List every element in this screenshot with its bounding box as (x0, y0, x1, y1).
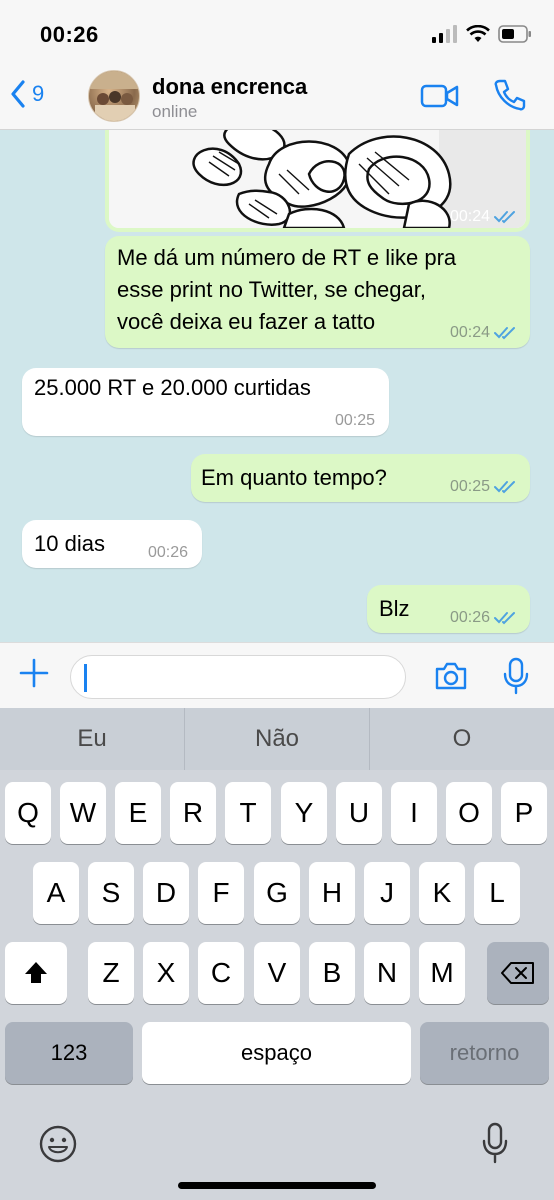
shift-key[interactable] (5, 942, 67, 1004)
avatar[interactable] (88, 70, 140, 122)
chat-area[interactable]: 00:24 Me dá um número de RT e like pra e… (0, 130, 554, 642)
message-time: 00:25 (334, 412, 375, 429)
key-n[interactable]: N (364, 942, 410, 1004)
key-l[interactable]: L (474, 862, 520, 924)
chat-header: 9 dona encrenca online (0, 66, 554, 130)
key-x[interactable]: X (143, 942, 189, 1004)
key-q[interactable]: Q (5, 782, 51, 844)
status-bar: 00:26 (0, 0, 554, 66)
message-line: Me dá um número de RT e like pra (117, 245, 457, 270)
message-time: 00:25 (449, 478, 490, 495)
wifi-icon (466, 25, 490, 42)
key-s[interactable]: S (88, 862, 134, 924)
message-time: 00:24 (449, 208, 490, 225)
back-chevron-icon (11, 80, 25, 108)
key-i[interactable]: I (391, 782, 437, 844)
dictation-microphone-icon[interactable] (482, 1122, 508, 1164)
message-line: esse print no Twitter, se chegar, (117, 277, 426, 302)
key-b[interactable]: B (309, 942, 355, 1004)
message-meta: 00:26 (450, 609, 516, 627)
message-meta: 00:26 (148, 544, 188, 562)
message-input-bar (0, 642, 554, 708)
video-call-icon[interactable] (420, 82, 460, 110)
key-a[interactable]: A (33, 862, 79, 924)
space-key[interactable]: espaço (142, 1022, 411, 1084)
key-u[interactable]: U (336, 782, 382, 844)
plus-icon[interactable] (18, 657, 50, 689)
key-g[interactable]: G (254, 862, 300, 924)
key-e[interactable]: E (115, 782, 161, 844)
backspace-icon (501, 962, 534, 984)
unread-count: 9 (32, 81, 45, 106)
double-check-icon (494, 211, 515, 224)
message-time: 00:26 (147, 544, 188, 561)
contact-name[interactable]: dona encrenca (152, 74, 307, 100)
message-time: 00:24 (449, 324, 490, 341)
key-j[interactable]: J (364, 862, 410, 924)
key-v[interactable]: V (254, 942, 300, 1004)
message-meta: 00:24 (450, 324, 516, 342)
key-o[interactable]: O (446, 782, 492, 844)
suggestion[interactable]: Eu (0, 708, 185, 770)
emoji-icon[interactable] (38, 1124, 78, 1164)
microphone-icon[interactable] (503, 657, 529, 695)
outgoing-message[interactable]: Blz 00:26 (367, 585, 530, 633)
key-k[interactable]: K (419, 862, 465, 924)
contact-status: online (152, 102, 198, 121)
double-check-icon (494, 327, 515, 340)
suggestion[interactable]: O (370, 708, 554, 770)
double-check-icon (494, 481, 515, 494)
text-caret (84, 664, 87, 692)
shift-icon (25, 962, 47, 983)
key-y[interactable]: Y (281, 782, 327, 844)
key-f[interactable]: F (198, 862, 244, 924)
return-key[interactable]: retorno (420, 1022, 549, 1084)
suggestion[interactable]: Não (185, 708, 370, 770)
incoming-message[interactable]: 25.000 RT e 20.000 curtidas 00:25 (22, 368, 389, 436)
suggestion-bar: Eu Não O (0, 708, 554, 770)
image-message[interactable]: 00:24 (105, 130, 530, 232)
back-button[interactable]: 9 (10, 80, 44, 108)
key-h[interactable]: H (309, 862, 355, 924)
message-meta: 00:25 (450, 478, 516, 496)
incoming-message[interactable]: 10 dias 00:26 (22, 520, 202, 568)
key-t[interactable]: T (225, 782, 271, 844)
key-w[interactable]: W (60, 782, 106, 844)
message-input[interactable] (70, 655, 406, 699)
message-time: 00:26 (449, 609, 490, 626)
outgoing-message[interactable]: Me dá um número de RT e like pra esse pr… (105, 236, 530, 348)
phone-icon[interactable] (493, 78, 527, 112)
message-line: 25.000 RT e 20.000 curtidas (34, 375, 311, 400)
key-c[interactable]: C (198, 942, 244, 1004)
key-r[interactable]: R (170, 782, 216, 844)
key-m[interactable]: M (419, 942, 465, 1004)
key-d[interactable]: D (143, 862, 189, 924)
status-time: 00:26 (40, 22, 99, 47)
message-meta: 00:25 (335, 412, 375, 430)
signal-icon (432, 25, 457, 43)
keyboard: Eu Não O Q W E R T Y U I O P A S D F G H… (0, 708, 554, 1200)
numbers-key[interactable]: 123 (5, 1022, 133, 1084)
key-p[interactable]: P (501, 782, 547, 844)
outgoing-message[interactable]: Em quanto tempo? 00:25 (191, 454, 530, 502)
double-check-icon (494, 612, 515, 625)
message-meta: 00:24 (450, 208, 516, 226)
backspace-key[interactable] (487, 942, 549, 1004)
key-z[interactable]: Z (88, 942, 134, 1004)
camera-icon[interactable] (434, 661, 468, 691)
home-indicator[interactable] (178, 1182, 376, 1189)
battery-icon (498, 25, 531, 43)
